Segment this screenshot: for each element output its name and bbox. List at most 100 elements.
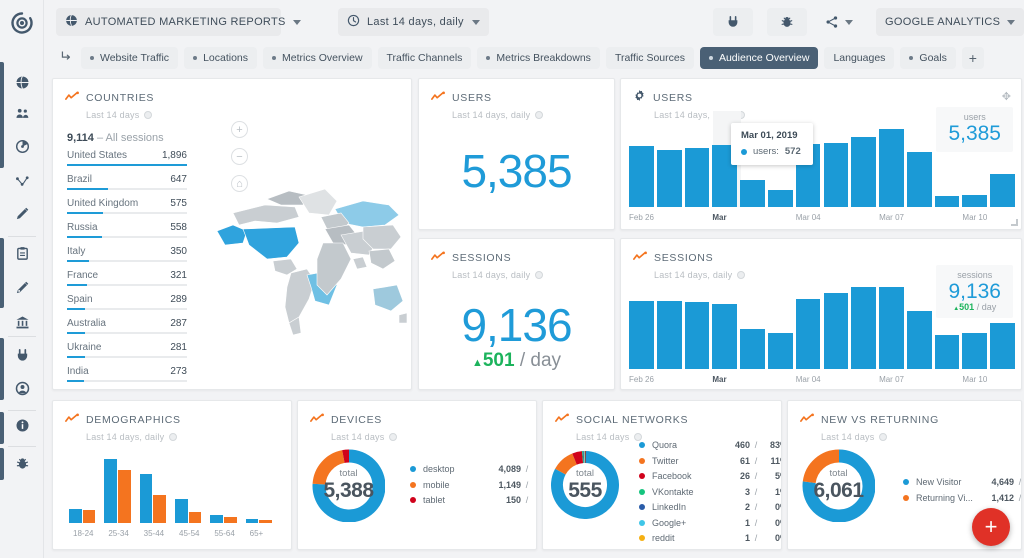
bar-male[interactable] <box>69 509 82 523</box>
add-tab-button[interactable]: + <box>962 47 984 69</box>
target-logo-icon[interactable] <box>9 10 35 36</box>
add-widget-button[interactable]: + <box>972 508 1010 546</box>
bar-female[interactable] <box>118 470 131 523</box>
legend-item[interactable]: VKontakte3/1% <box>639 487 782 497</box>
bar-male[interactable] <box>140 474 153 523</box>
bar[interactable] <box>740 180 765 207</box>
info-dot-icon[interactable] <box>535 111 543 119</box>
bar[interactable] <box>990 174 1015 207</box>
share-button[interactable] <box>819 8 859 36</box>
bar[interactable] <box>768 333 793 369</box>
bar-female[interactable] <box>189 512 202 523</box>
bar[interactable] <box>962 333 987 369</box>
bar[interactable] <box>740 329 765 369</box>
tab-traffic-sources[interactable]: Traffic Sources <box>606 47 694 69</box>
donut[interactable]: total5,388 <box>312 449 385 522</box>
sidebar-item-info[interactable] <box>0 409 44 441</box>
info-dot-icon[interactable] <box>144 111 152 119</box>
donut[interactable]: total6,061 <box>802 449 875 522</box>
legend-item[interactable]: Facebook26/5% <box>639 471 782 481</box>
sidebar-item-account[interactable] <box>0 372 44 404</box>
legend-item[interactable]: YouTube1/0% <box>639 549 782 551</box>
bar-male[interactable] <box>210 515 223 523</box>
bar-male[interactable] <box>246 519 259 523</box>
bar[interactable] <box>907 152 932 207</box>
bar[interactable] <box>907 311 932 369</box>
bar[interactable] <box>657 150 682 207</box>
sidebar-item-annotate[interactable] <box>0 271 44 303</box>
country-row[interactable]: France321 <box>67 270 187 286</box>
bar[interactable] <box>851 287 876 369</box>
map-home-button[interactable]: ⌂ <box>231 175 248 192</box>
bar[interactable] <box>824 293 849 369</box>
legend-item[interactable]: LinkedIn2/0% <box>639 502 782 512</box>
bug-button[interactable] <box>767 8 807 36</box>
bar-male[interactable] <box>175 499 188 523</box>
country-row[interactable]: Australia287 <box>67 318 187 334</box>
plug-button[interactable] <box>713 8 753 36</box>
bar[interactable] <box>851 137 876 207</box>
bar[interactable] <box>935 196 960 207</box>
country-row[interactable]: United Kingdom575 <box>67 198 187 214</box>
resize-handle-icon[interactable] <box>1011 219 1018 226</box>
bar-female[interactable] <box>153 495 166 523</box>
report-selector[interactable]: AUTOMATED MARKETING REPORTS <box>56 8 281 36</box>
bar[interactable] <box>768 190 793 207</box>
sidebar-item-acquisition[interactable] <box>0 130 44 162</box>
legend-item[interactable]: mobile1,149/21% <box>410 480 537 490</box>
tab-audience-overview[interactable]: Audience Overview <box>700 47 818 69</box>
tab-traffic-channels[interactable]: Traffic Channels <box>378 47 472 69</box>
legend-item[interactable]: Quora460/83% <box>639 440 782 450</box>
bar-male[interactable] <box>104 459 117 523</box>
country-row[interactable]: United States1,896 <box>67 150 187 166</box>
bar[interactable] <box>629 146 654 207</box>
data-source-selector[interactable]: GOOGLE ANALYTICS <box>876 8 1024 36</box>
bar[interactable] <box>935 335 960 369</box>
bar[interactable] <box>824 143 849 207</box>
legend-item[interactable]: Google+1/0% <box>639 518 782 528</box>
bar[interactable] <box>879 129 904 207</box>
info-dot-icon[interactable] <box>535 271 543 279</box>
legend-item[interactable]: New Visitor4,649/77% <box>903 477 1022 487</box>
country-row[interactable]: Italy350 <box>67 246 187 262</box>
country-row[interactable]: Spain289 <box>67 294 187 310</box>
tab-website-traffic[interactable]: Website Traffic <box>81 47 178 69</box>
tab-metrics-overview[interactable]: Metrics Overview <box>263 47 372 69</box>
sidebar-item-debug[interactable] <box>0 447 44 479</box>
legend-item[interactable]: Twitter61/11% <box>639 456 782 466</box>
bar-female[interactable] <box>83 510 96 523</box>
country-row[interactable]: Ukraine281 <box>67 342 187 358</box>
sidebar-item-bank[interactable] <box>0 306 44 338</box>
bar[interactable] <box>629 301 654 369</box>
bar[interactable] <box>796 299 821 369</box>
bar[interactable] <box>685 302 710 369</box>
bar-female[interactable] <box>259 520 272 523</box>
bar[interactable] <box>685 148 710 207</box>
tab-metrics-breakdowns[interactable]: Metrics Breakdowns <box>477 47 600 69</box>
sidebar-item-audience[interactable] <box>0 97 44 129</box>
legend-item[interactable]: tablet150/3% <box>410 495 537 505</box>
tab-goals[interactable]: Goals <box>900 47 955 69</box>
map-zoom-in-button[interactable]: + <box>231 121 248 138</box>
bar-female[interactable] <box>224 517 237 523</box>
legend-item[interactable]: Returning Vi...1,412/23% <box>903 493 1022 503</box>
date-range-selector[interactable]: Last 14 days, daily <box>338 8 489 36</box>
tab-languages[interactable]: Languages <box>824 47 894 69</box>
bar[interactable] <box>712 304 737 369</box>
info-dot-icon[interactable] <box>389 433 397 441</box>
bar[interactable] <box>962 195 987 207</box>
legend-item[interactable]: reddit1/0% <box>639 533 782 543</box>
sidebar-item-behavior[interactable] <box>0 165 44 197</box>
sidebar-item-edit[interactable] <box>0 197 44 229</box>
sidebar-item-integrations[interactable] <box>0 339 44 371</box>
legend-item[interactable]: desktop4,089/76% <box>410 464 537 474</box>
bar[interactable] <box>879 287 904 369</box>
tab-locations[interactable]: Locations <box>184 47 257 69</box>
bar[interactable] <box>657 301 682 369</box>
info-dot-icon[interactable] <box>879 433 887 441</box>
donut[interactable]: total555 <box>551 451 619 519</box>
sidebar-item-globe[interactable] <box>0 66 44 98</box>
bar[interactable] <box>990 323 1015 369</box>
map-zoom-out-button[interactable]: − <box>231 148 248 165</box>
sidebar-item-reports[interactable] <box>0 237 44 269</box>
